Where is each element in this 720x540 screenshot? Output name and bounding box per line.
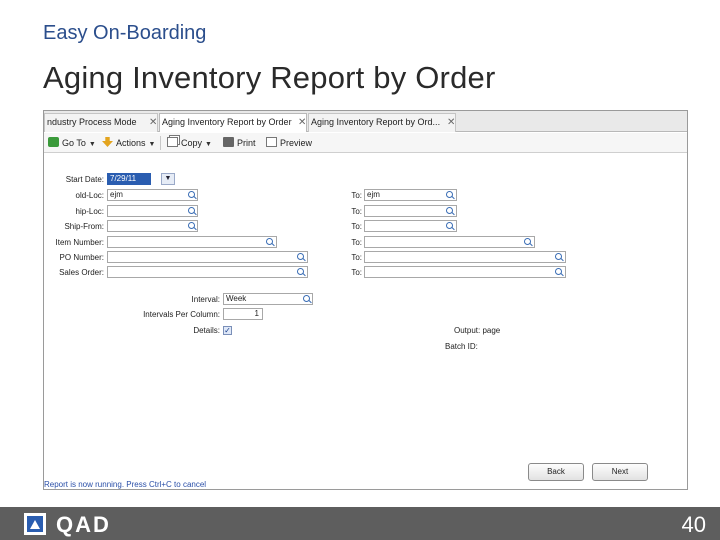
start-date-dropdown[interactable]: ▼ [161, 173, 175, 185]
search-icon[interactable] [554, 267, 564, 277]
search-icon[interactable] [445, 206, 455, 216]
tab-aging-inventory-report-2[interactable]: Aging Inventory Report by Ord... ✕ [308, 113, 456, 132]
intervals-per-column-field[interactable]: 1 [223, 308, 263, 320]
output-label: Output: page [454, 326, 501, 335]
chevron-down-icon: ▼ [205, 141, 212, 148]
app-window: ndustry Process Mode ✕ Aging Inventory R… [43, 110, 688, 490]
ship-loc-field[interactable] [107, 205, 198, 217]
tab-bar: ndustry Process Mode ✕ Aging Inventory R… [44, 111, 687, 132]
next-button[interactable]: Next [592, 463, 648, 481]
chevron-down-icon: ▼ [88, 141, 96, 148]
goto-icon [48, 137, 59, 147]
sales-order-to-field[interactable] [364, 266, 566, 278]
back-button[interactable]: Back [528, 463, 584, 481]
search-icon[interactable] [445, 190, 455, 200]
tab-label: Aging Inventory Report by Order [162, 117, 292, 127]
toolbar-separator [160, 136, 161, 150]
search-icon[interactable] [523, 237, 533, 247]
slide-kicker: Easy On-Boarding [43, 22, 207, 44]
intervals-per-column-label: Intervals Per Column: [143, 310, 220, 319]
hold-loc-to-label: To: [351, 191, 362, 200]
tab-label: Aging Inventory Report by Ord... [311, 117, 441, 127]
goto-label: Go To [62, 138, 86, 148]
slide-title: Aging Inventory Report by Order [43, 60, 496, 95]
po-number-field[interactable] [107, 251, 308, 263]
page-number: 40 [681, 512, 706, 537]
chevron-down-icon: ▼ [148, 141, 156, 148]
search-icon[interactable] [445, 221, 455, 231]
search-icon[interactable] [296, 267, 306, 277]
item-number-field[interactable] [107, 236, 277, 248]
search-icon[interactable] [187, 190, 197, 200]
interval-label: Interval: [191, 295, 220, 304]
ship-loc-to-label: To: [351, 207, 362, 216]
ship-from-label: Ship-From: [64, 222, 104, 231]
copy-icon [167, 137, 178, 147]
start-date-label: Start Date: [65, 175, 104, 184]
ship-from-to-label: To: [351, 222, 362, 231]
close-icon[interactable]: ✕ [447, 114, 455, 131]
preview-button[interactable]: Preview [266, 136, 312, 150]
print-button[interactable]: Print [223, 136, 256, 150]
preview-icon [266, 137, 277, 147]
tab-aging-inventory-report[interactable]: Aging Inventory Report by Order ✕ [159, 113, 307, 132]
details-checkbox[interactable]: ✓ [223, 326, 232, 335]
hold-loc-field[interactable]: ejm [107, 189, 198, 201]
goto-button[interactable]: Go To ▼ [48, 136, 96, 150]
logo-text: QAD [56, 512, 111, 537]
actions-icon [102, 137, 113, 147]
search-icon[interactable] [554, 252, 564, 262]
hold-loc-to-field[interactable]: ejm [364, 189, 457, 201]
copy-button[interactable]: Copy ▼ [167, 136, 212, 150]
chevron-down-icon: ▼ [164, 175, 172, 182]
item-number-label: Item Number: [55, 238, 104, 247]
preview-label: Preview [280, 138, 313, 148]
po-number-to-label: To: [351, 253, 362, 262]
toolbar: Go To ▼ Actions ▼ Copy ▼ Print Preview [44, 133, 687, 153]
close-icon[interactable]: ✕ [298, 114, 306, 131]
print-icon [223, 137, 234, 147]
po-number-label: PO Number: [59, 253, 104, 262]
batch-id-label: Batch ID: [445, 342, 478, 351]
ship-loc-to-field[interactable] [364, 205, 457, 217]
interval-field[interactable]: Week [223, 293, 313, 305]
search-icon[interactable] [296, 252, 306, 262]
ship-from-to-field[interactable] [364, 220, 457, 232]
footer-bar: QAD 40 [0, 507, 720, 540]
sales-order-to-label: To: [351, 268, 362, 277]
copy-label: Copy [181, 138, 203, 148]
item-number-to-label: To: [351, 238, 362, 247]
actions-button[interactable]: Actions ▼ [102, 136, 155, 150]
search-icon[interactable] [302, 294, 312, 304]
search-icon[interactable] [265, 237, 275, 247]
item-number-to-field[interactable] [364, 236, 535, 248]
sales-order-label: Sales Order: [59, 268, 104, 277]
search-icon[interactable] [187, 206, 197, 216]
tab-label: ndustry Process Mode [47, 117, 137, 127]
hold-loc-label: old-Loc: [75, 191, 104, 200]
tab-industry-process-mode[interactable]: ndustry Process Mode ✕ [44, 113, 158, 132]
print-label: Print [237, 138, 256, 148]
close-icon[interactable]: ✕ [149, 114, 157, 131]
qad-logo-icon [24, 513, 46, 535]
po-number-to-field[interactable] [364, 251, 566, 263]
start-date-field[interactable]: 7/29/11 [107, 173, 151, 185]
details-label: Details: [193, 326, 220, 335]
ship-loc-label: hip-Loc: [75, 207, 104, 216]
search-icon[interactable] [187, 221, 197, 231]
status-message: Report is now running. Press Ctrl+C to c… [44, 480, 207, 489]
ship-from-field[interactable] [107, 220, 198, 232]
actions-label: Actions [116, 138, 146, 148]
sales-order-field[interactable] [107, 266, 308, 278]
